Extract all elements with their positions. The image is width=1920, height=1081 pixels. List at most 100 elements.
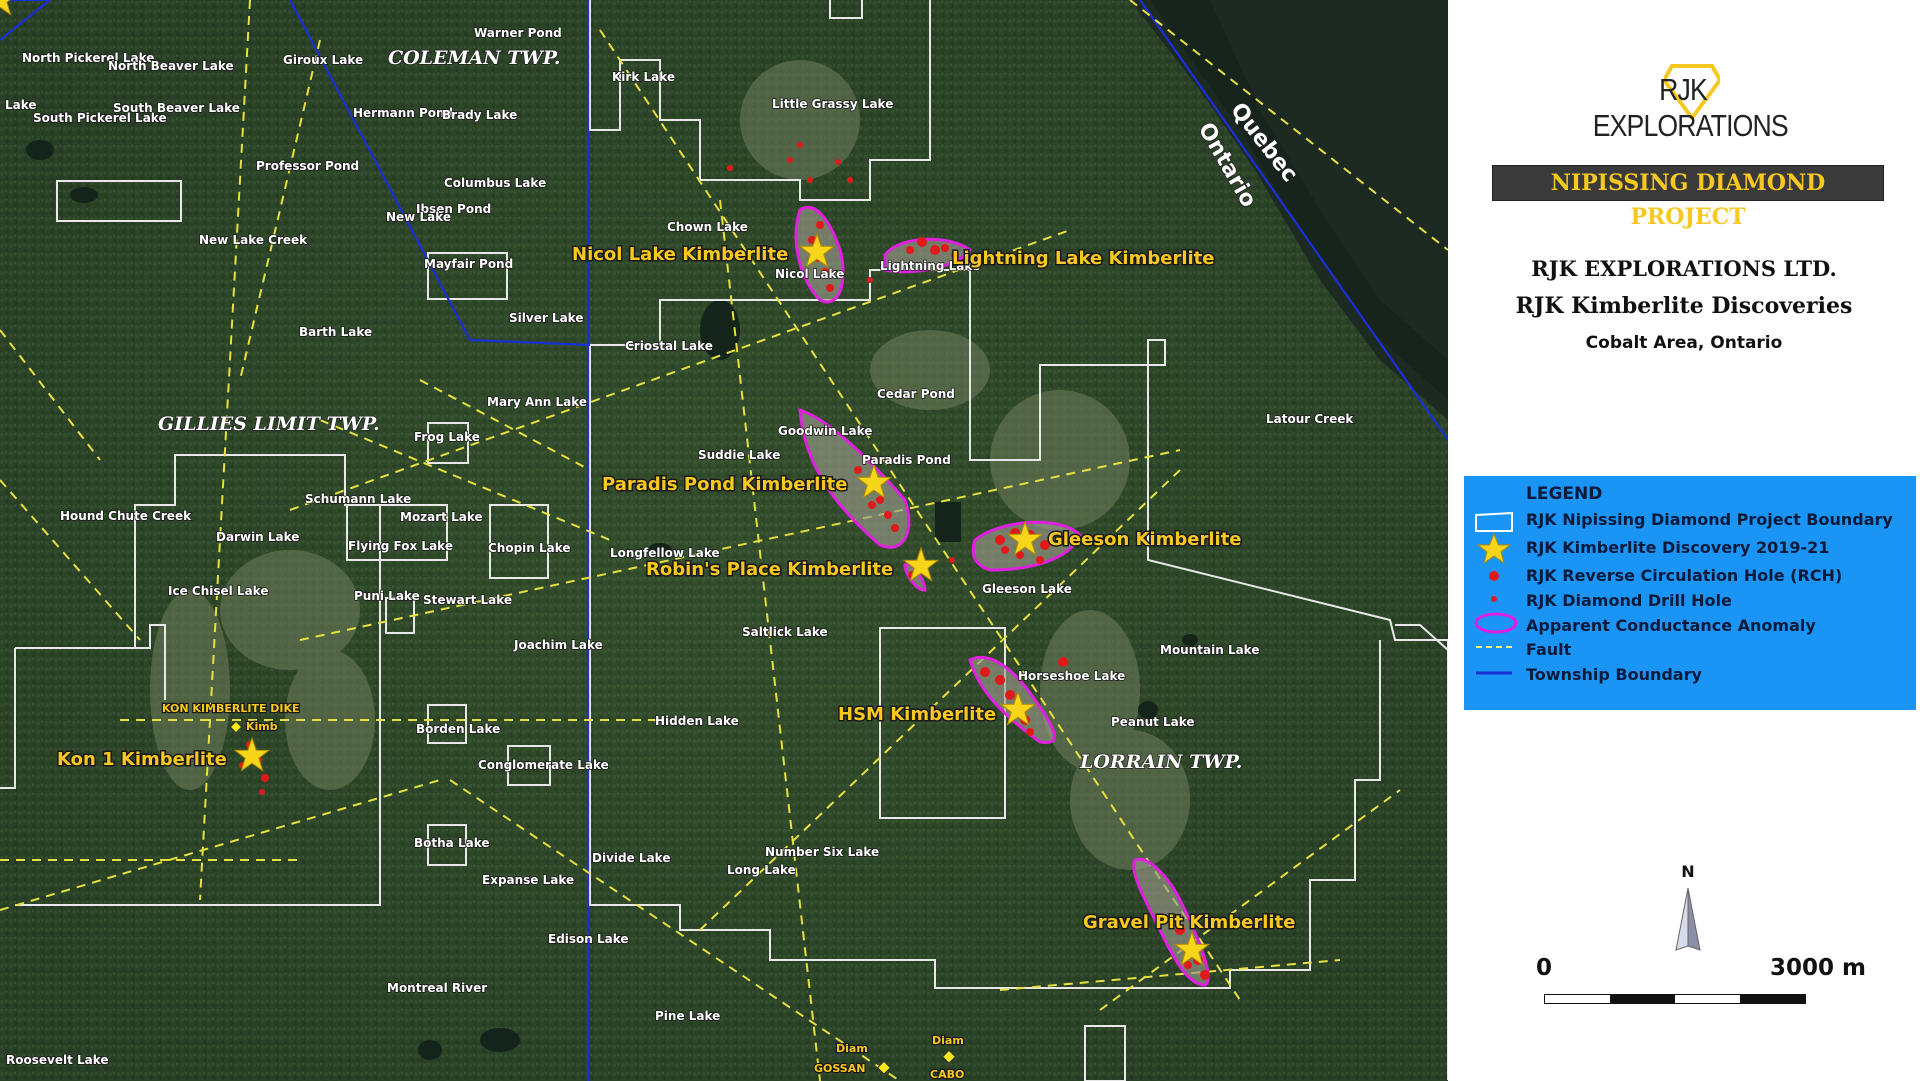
svg-text:Edison Lake: Edison Lake <box>548 932 629 946</box>
boundary-box-icon <box>1475 511 1513 532</box>
township-label: GILLIES LIMIT TWP. <box>158 413 380 435</box>
svg-text:Columbus Lake: Columbus Lake <box>444 176 546 190</box>
township-label: LORRAIN TWP. <box>1079 751 1242 773</box>
svg-text:Suddie Lake: Suddie Lake <box>698 448 780 462</box>
svg-text:Paradis Pond Kimberlite: Paradis Pond Kimberlite <box>602 474 847 495</box>
satellite-map[interactable]: COLEMAN TWP. GILLIES LIMIT TWP. LORRAIN … <box>0 0 1448 1081</box>
svg-text:Robin's Place Kimberlite: Robin's Place Kimberlite <box>646 559 893 580</box>
svg-text:Borden Lake: Borden Lake <box>416 722 500 736</box>
svg-text:Hound Chute Creek: Hound Chute Creek <box>60 509 192 523</box>
svg-text:Pine Lake: Pine Lake <box>655 1009 720 1023</box>
svg-text:Diam: Diam <box>836 1042 868 1055</box>
svg-text:Peanut Lake: Peanut Lake <box>1111 715 1195 729</box>
svg-text:Gravel Pit Kimberlite: Gravel Pit Kimberlite <box>1083 912 1295 933</box>
svg-text:Nicol Lake Kimberlite: Nicol Lake Kimberlite <box>572 244 788 265</box>
svg-text:South Beaver Lake: South Beaver Lake <box>113 101 240 115</box>
legend-item: RJK Diamond Drill Hole <box>1526 591 1732 610</box>
svg-text:New Lake: New Lake <box>386 210 451 224</box>
svg-text:Stewart Lake: Stewart Lake <box>423 593 512 607</box>
svg-text:Gleeson Kimberlite: Gleeson Kimberlite <box>1048 529 1242 550</box>
svg-text:Mozart Lake: Mozart Lake <box>400 510 483 524</box>
svg-text:Saltlick Lake: Saltlick Lake <box>742 625 828 639</box>
svg-text:Latour Creek: Latour Creek <box>1266 412 1354 426</box>
svg-text:Long Lake: Long Lake <box>727 863 796 877</box>
township-label: COLEMAN TWP. <box>388 47 561 69</box>
svg-text:Chown Lake: Chown Lake <box>667 220 748 234</box>
legend-title: LEGEND <box>1526 484 1603 504</box>
svg-text:Giroux Lake: Giroux Lake <box>283 53 363 67</box>
svg-text:Kon 1 Kimberlite: Kon 1 Kimberlite <box>57 749 227 770</box>
svg-text:Lake: Lake <box>5 98 37 112</box>
blue-line-icon <box>1476 671 1512 675</box>
svg-text:Expanse Lake: Expanse Lake <box>482 873 574 887</box>
north-arrow: N <box>1668 862 1708 952</box>
svg-text:CABO: CABO <box>930 1068 964 1081</box>
svg-text:KON KIMBERLITE DIKE: KON KIMBERLITE DIKE <box>162 702 300 715</box>
company-name: RJK EXPLORATIONS LTD. <box>1531 256 1837 281</box>
small-red-dot-icon <box>1491 596 1497 602</box>
svg-text:Mountain Lake: Mountain Lake <box>1160 643 1259 657</box>
svg-text:Montreal River: Montreal River <box>387 981 487 995</box>
legend-item: Apparent Conductance Anomaly <box>1526 616 1816 635</box>
project-title: NIPISSING DIAMOND PROJECT <box>1492 165 1884 230</box>
svg-text:Botha Lake: Botha Lake <box>414 836 490 850</box>
svg-text:Divide Lake: Divide Lake <box>592 851 670 865</box>
svg-text:Diam: Diam <box>932 1034 964 1047</box>
svg-text:Lightning Lake Kimberlite: Lightning Lake Kimberlite <box>952 248 1214 269</box>
svg-text:Silver Lake: Silver Lake <box>509 311 583 325</box>
svg-text:Frog Lake: Frog Lake <box>414 430 480 444</box>
side-panel: RJK EXPLORATIONS NIPISSING DIAMOND PROJE… <box>1448 0 1920 1081</box>
svg-text:Criostal Lake: Criostal Lake <box>625 339 713 353</box>
svg-text:Cedar Pond: Cedar Pond <box>877 387 955 401</box>
svg-text:Puni Lake: Puni Lake <box>354 589 420 603</box>
svg-text:North Beaver Lake: North Beaver Lake <box>108 59 234 73</box>
company-logo: RJK EXPLORATIONS <box>1578 60 1789 143</box>
svg-text:Professor Pond: Professor Pond <box>256 159 359 173</box>
svg-text:Ice Chisel Lake: Ice Chisel Lake <box>168 584 268 598</box>
magenta-ellipse-icon <box>1474 612 1518 634</box>
svg-text:Roosevelt Lake: Roosevelt Lake <box>6 1053 109 1067</box>
svg-text:Hermann Pond: Hermann Pond <box>353 106 453 120</box>
scale-start: 0 <box>1536 955 1553 981</box>
svg-text:Number Six Lake: Number Six Lake <box>765 845 879 859</box>
svg-text:Gleeson Lake: Gleeson Lake <box>982 582 1072 596</box>
scale-end: 3000 m <box>1770 955 1866 981</box>
svg-text:Horseshoe Lake: Horseshoe Lake <box>1018 669 1125 683</box>
logo-text: RJK EXPLORATIONS <box>1592 72 1789 143</box>
svg-text:Little Grassy Lake: Little Grassy Lake <box>772 97 893 111</box>
legend-item: Fault <box>1526 640 1572 659</box>
svg-text:Mary Ann Lake: Mary Ann Lake <box>487 395 587 409</box>
svg-text:Paradis Pond: Paradis Pond <box>862 453 951 467</box>
svg-text:Chopin Lake: Chopin Lake <box>488 541 571 555</box>
svg-text:GOSSAN: GOSSAN <box>814 1062 865 1075</box>
map-location: Cobalt Area, Ontario <box>1585 333 1783 353</box>
north-label: N <box>1681 862 1695 881</box>
legend-item: RJK Nipissing Diamond Project Boundary <box>1526 510 1893 529</box>
svg-text:Kirk Lake: Kirk Lake <box>612 70 675 84</box>
svg-text:Nicol Lake: Nicol Lake <box>775 267 844 281</box>
legend-item: RJK Reverse Circulation Hole (RCH) <box>1526 566 1843 585</box>
scale-bar <box>1544 994 1806 1004</box>
svg-text:HSM Kimberlite: HSM Kimberlite <box>838 704 996 725</box>
svg-text:Hidden Lake: Hidden Lake <box>655 714 739 728</box>
map-subtitle: RJK Kimberlite Discoveries <box>1515 293 1853 319</box>
svg-text:Conglomerate Lake: Conglomerate Lake <box>478 758 609 772</box>
svg-text:Kimb: Kimb <box>246 720 278 733</box>
star-icon <box>1476 532 1512 565</box>
svg-text:Schumann Lake: Schumann Lake <box>305 492 411 506</box>
svg-text:Darwin Lake: Darwin Lake <box>216 530 299 544</box>
svg-text:Brady Lake: Brady Lake <box>442 108 517 122</box>
svg-text:Longfellow Lake: Longfellow Lake <box>610 546 720 560</box>
svg-text:Warner Pond: Warner Pond <box>474 26 562 40</box>
legend: LEGEND RJK Nipissing Diamond Project Bou… <box>1464 476 1916 710</box>
dashed-line-icon <box>1476 646 1512 648</box>
svg-text:Barth Lake: Barth Lake <box>299 325 372 339</box>
svg-text:New Lake Creek: New Lake Creek <box>199 233 308 247</box>
red-dot-icon <box>1489 571 1499 581</box>
svg-text:Mayfair Pond: Mayfair Pond <box>424 257 513 271</box>
svg-text:Flying Fox Lake: Flying Fox Lake <box>348 539 453 553</box>
legend-item: Township Boundary <box>1526 665 1702 684</box>
legend-item: RJK Kimberlite Discovery 2019-21 <box>1526 538 1830 557</box>
svg-text:Joachim Lake: Joachim Lake <box>513 638 603 652</box>
north-arrow-icon <box>1675 887 1701 951</box>
